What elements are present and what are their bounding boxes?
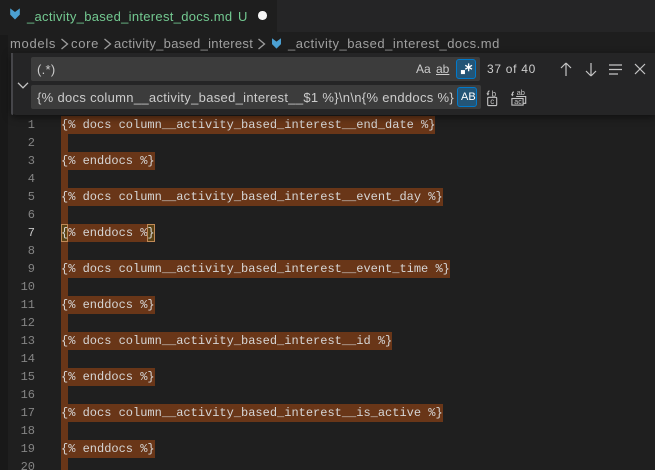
svg-text:c: c <box>490 97 494 106</box>
svg-text:ac: ac <box>514 99 522 106</box>
